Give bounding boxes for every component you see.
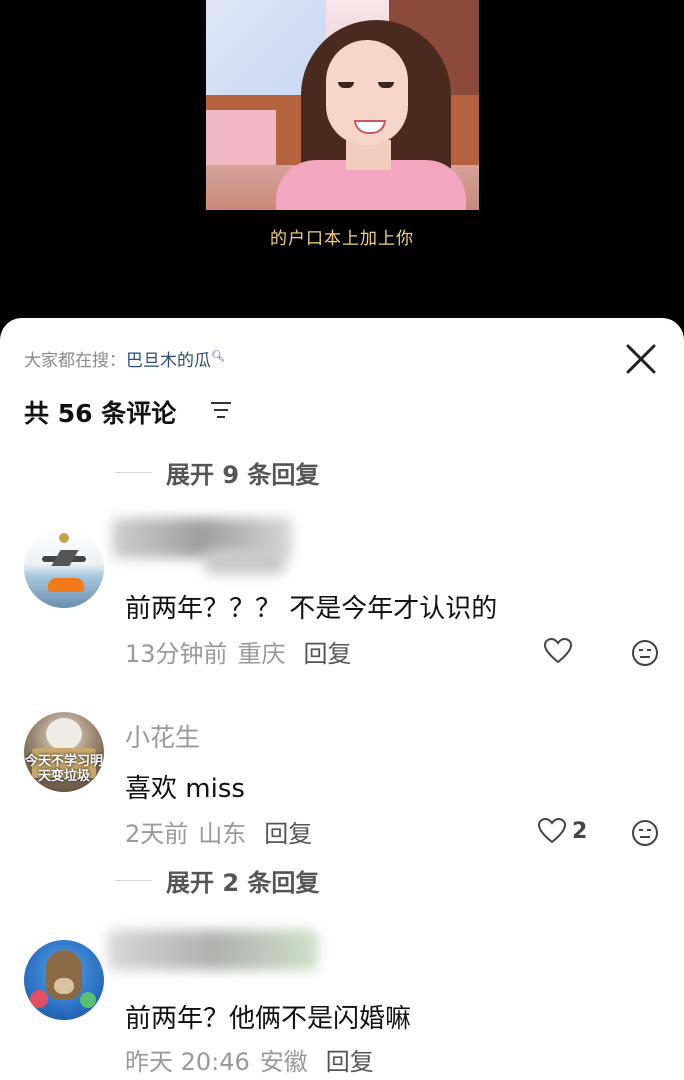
username-blurred — [205, 550, 285, 574]
comment-time: 昨天 20:46 — [125, 1048, 250, 1076]
video-subtitle: 的户口本上加上你 — [270, 229, 414, 249]
comment-meta: 昨天 20:46 安徽 回复 — [125, 1042, 374, 1077]
brand-logo — [59, 533, 69, 543]
avatar[interactable]: 今天不学习明天变垃圾 — [24, 712, 104, 792]
video-thumbnail[interactable] — [206, 0, 479, 210]
search-suggestion-keyword[interactable]: 巴旦木的瓜 — [126, 351, 211, 371]
dog-snout — [54, 978, 74, 994]
expand-replies-label: 展开 2 条回复 — [166, 868, 320, 897]
balloon-image — [30, 990, 48, 1008]
comment-location: 山东 — [198, 820, 247, 848]
balloon-image — [80, 992, 96, 1008]
comment-location: 安徽 — [259, 1048, 308, 1076]
comment-username[interactable]: 小花生 — [125, 718, 200, 754]
video-player[interactable]: 的户口本上加上你 — [0, 0, 684, 330]
divider-line — [115, 471, 152, 473]
background-pillow — [206, 110, 276, 165]
expand-replies-label: 展开 9 条回复 — [166, 460, 320, 489]
expand-replies-button[interactable]: 展开 9 条回复 — [115, 454, 319, 490]
comment-text: 前两年？他俩不是闪婚嘛 — [125, 1004, 412, 1034]
sports-car-image — [48, 578, 84, 592]
avatar[interactable] — [24, 940, 104, 1020]
comment-time: 2天前 — [125, 820, 189, 848]
reply-button[interactable]: 回复 — [326, 1048, 374, 1076]
search-suggestion[interactable]: 大家都在搜：巴旦木的瓜🔍︎ — [24, 346, 225, 371]
like-button[interactable] — [544, 636, 572, 666]
heart-icon — [538, 818, 566, 844]
avatar[interactable] — [24, 528, 104, 608]
username-blurred[interactable] — [108, 930, 318, 970]
comment-count-title: 共 56 条评论 — [24, 399, 177, 428]
like-button[interactable]: 2 — [538, 816, 587, 846]
close-icon[interactable] — [624, 342, 658, 376]
sort-icon[interactable] — [210, 401, 232, 419]
comment-text: 喜欢 miss — [125, 774, 245, 804]
like-count: 2 — [572, 818, 588, 844]
comment-time: 13分钟前 — [125, 640, 228, 668]
divider-line — [115, 879, 152, 881]
comment-text: 前两年？？？ 不是今年才认识的 — [125, 594, 498, 624]
comment-meta: 2天前 山东 回复 — [125, 814, 312, 849]
emoji-icon[interactable] — [630, 638, 660, 668]
comment-meta: 13分钟前 重庆 回复 — [125, 634, 352, 669]
expand-replies-button[interactable]: 展开 2 条回复 — [115, 862, 319, 898]
heart-icon — [544, 638, 572, 664]
search-icon: 🔍︎ — [211, 349, 225, 363]
avatar-caption: 今天不学习明天变垃圾 — [24, 754, 103, 784]
reply-button[interactable]: 回复 — [264, 820, 312, 848]
search-suggestion-prefix: 大家都在搜： — [24, 351, 126, 371]
cat-image — [46, 718, 82, 750]
comment-sheet: 大家都在搜：巴旦木的瓜🔍︎ 共 56 条评论 展开 9 条回复 前两年？？？ 不… — [0, 318, 684, 1080]
comment-location: 重庆 — [237, 640, 286, 668]
reply-button[interactable]: 回复 — [304, 640, 352, 668]
emoji-icon[interactable] — [630, 818, 660, 848]
